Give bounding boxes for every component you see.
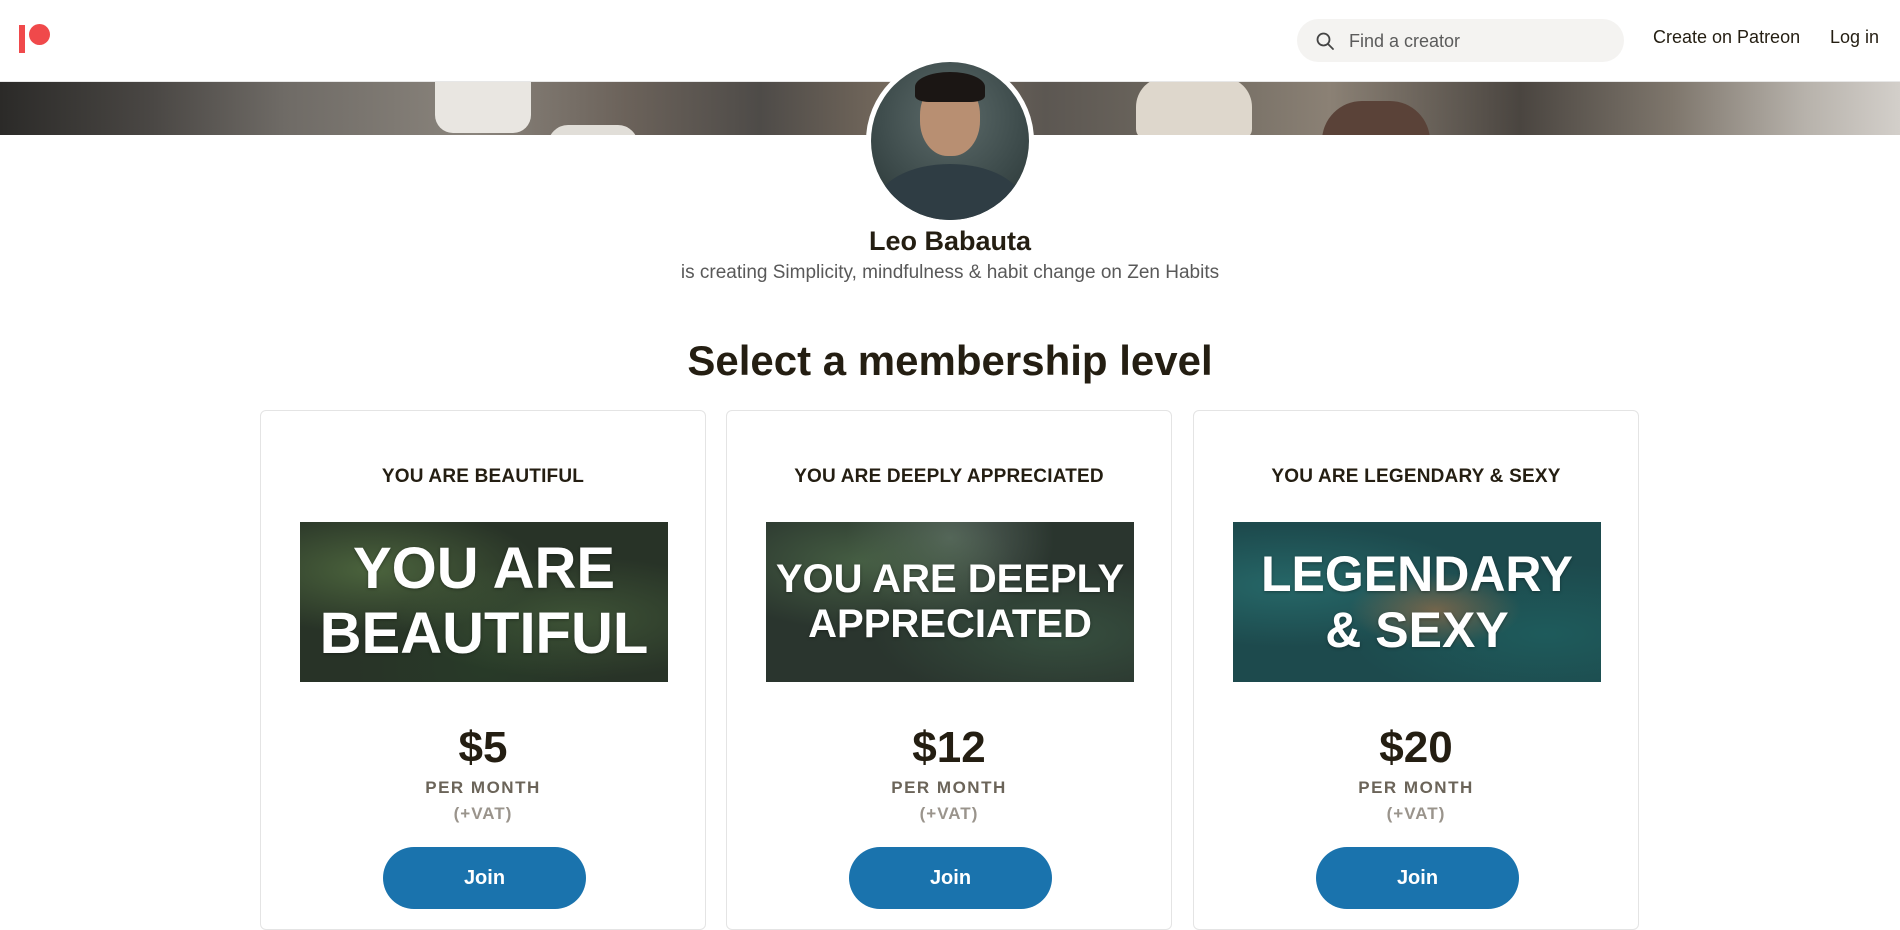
tier-title: YOU ARE DEEPLY APPRECIATED	[794, 466, 1104, 487]
tier-price: $20	[1379, 723, 1453, 772]
tier-image-text: YOU ARE	[352, 536, 616, 602]
tier-image: LEGENDARY & SEXY	[1233, 522, 1601, 682]
tier-title: YOU ARE LEGENDARY & SEXY	[1271, 466, 1561, 487]
join-button[interactable]: Join	[383, 847, 586, 909]
tier-price: $5	[458, 723, 508, 772]
tier-period: PER MONTH	[425, 778, 541, 797]
membership-section-title: Select a membership level	[687, 337, 1213, 384]
join-button[interactable]: Join	[849, 847, 1052, 909]
tier-image: YOU ARE DEEPLY APPRECIATED	[766, 522, 1134, 682]
tier-vat-note: (+VAT)	[919, 804, 979, 823]
tier-period: PER MONTH	[1358, 778, 1474, 797]
cover-teapot	[1136, 81, 1252, 135]
tier-vat-note: (+VAT)	[453, 804, 513, 823]
search-box[interactable]	[1297, 19, 1624, 64]
tier-title: YOU ARE BEAUTIFUL	[381, 466, 585, 487]
tier-image-text: LEGENDARY	[1260, 546, 1574, 602]
tier-image-text: APPRECIATED	[808, 602, 1092, 646]
search-icon	[1316, 32, 1334, 50]
logo-bar	[19, 25, 25, 53]
logo-dot	[29, 24, 50, 45]
tier-price: $12	[912, 723, 986, 772]
cover-cup	[548, 125, 638, 135]
creator-tagline: is creating Simplicity, mindfulness & ha…	[680, 262, 1220, 283]
avatar-hair	[915, 72, 985, 102]
create-on-patreon-link[interactable]: Create on Patreon	[1653, 27, 1800, 48]
cover-bowl	[1322, 101, 1430, 135]
patreon-logo-icon[interactable]	[19, 24, 51, 54]
tier-image-text: & SEXY	[1325, 602, 1509, 658]
join-button[interactable]: Join	[1316, 847, 1519, 909]
tier-period: PER MONTH	[891, 778, 1007, 797]
tier-card: YOU ARE LEGENDARY & SEXY LEGENDARY & SEX…	[1193, 410, 1639, 930]
tier-image: YOU ARE BEAUTIFUL	[300, 522, 668, 682]
avatar-photo	[871, 62, 1029, 220]
tier-card: YOU ARE BEAUTIFUL YOU ARE BEAUTIFUL $5 P…	[260, 410, 706, 930]
cover-cup	[435, 81, 531, 133]
search-input[interactable]	[1347, 19, 1611, 64]
tier-image-text: YOU ARE DEEPLY	[775, 557, 1125, 602]
creator-avatar[interactable]	[866, 57, 1034, 225]
creator-name: Leo Babauta	[868, 226, 1032, 256]
tier-card: YOU ARE DEEPLY APPRECIATED YOU ARE DEEPL…	[726, 410, 1172, 930]
login-link[interactable]: Log in	[1830, 27, 1879, 48]
tier-image-text: BEAUTIFUL	[319, 601, 649, 666]
tier-vat-note: (+VAT)	[1386, 804, 1446, 823]
avatar-shirt	[877, 164, 1023, 220]
